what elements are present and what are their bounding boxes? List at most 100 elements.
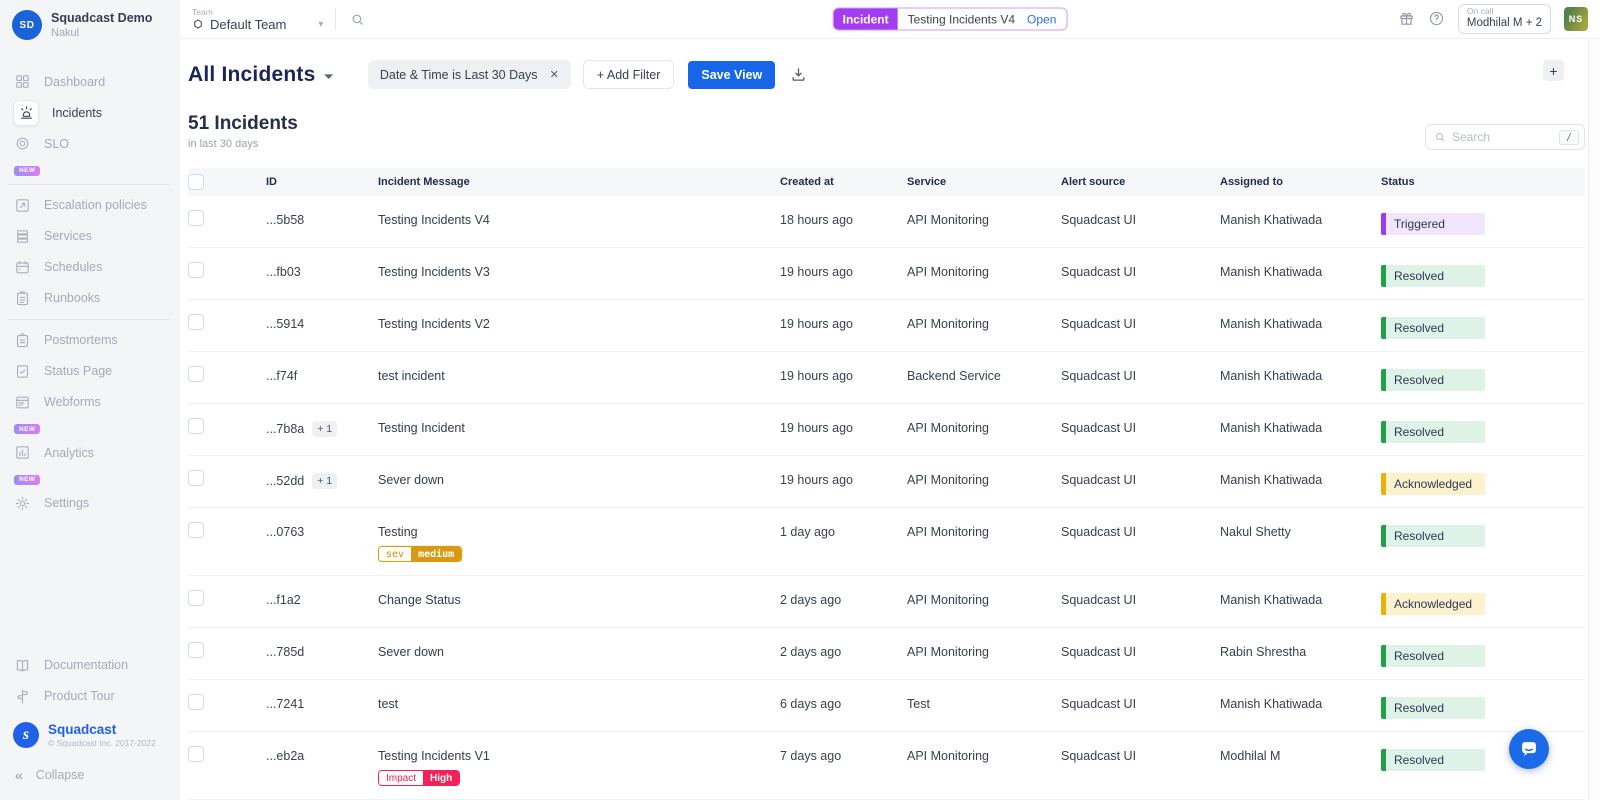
status-badge[interactable]: Acknowledged — [1381, 473, 1485, 495]
content: All Incidents ⏷ Date & Time is Last 30 D… — [180, 39, 1600, 800]
add-filter-button[interactable]: + Add Filter — [582, 60, 675, 89]
extra-count-chip[interactable]: + 1 — [312, 473, 338, 489]
active-incident-pill[interactable]: Incident Testing Incidents V4 Open — [832, 7, 1068, 31]
incident-message-link[interactable]: Testing — [378, 525, 772, 539]
search-input[interactable] — [1452, 130, 1553, 144]
collapse-chevrons-icon: « — [15, 767, 23, 783]
column-header-alert-source[interactable]: Alert source — [1061, 176, 1220, 188]
status-badge[interactable]: Resolved — [1381, 317, 1485, 339]
created-at-cell: 19 hours ago — [780, 421, 853, 435]
sidebar-item-dashboard[interactable]: Dashboard — [0, 66, 180, 97]
oncall-widget[interactable]: On call Modhilal M + 2 — [1457, 4, 1551, 34]
select-all-checkbox[interactable] — [188, 174, 204, 190]
incident-message-link[interactable]: Testing Incidents V1 — [378, 749, 772, 763]
org-name: Squadcast Demo — [51, 11, 153, 26]
table-row: ...785d Sever down 2 days ago API Monitorin… — [188, 628, 1585, 680]
service-cell: Test — [907, 697, 930, 711]
add-incident-button[interactable]: + — [1543, 60, 1564, 81]
column-header-service[interactable]: Service — [907, 176, 1061, 188]
escalation-policies-icon — [13, 196, 31, 214]
incident-message-link[interactable]: Sever down — [378, 473, 772, 487]
created-at-cell: 18 hours ago — [780, 213, 853, 227]
column-header-status[interactable]: Status — [1381, 176, 1585, 188]
row-checkbox[interactable] — [188, 522, 204, 538]
scrollbar[interactable] — [1588, 40, 1600, 800]
column-header-incident-message[interactable]: Incident Message — [378, 176, 780, 188]
status-badge[interactable]: Triggered — [1381, 213, 1485, 235]
sidebar-item-product-tour[interactable]: Product Tour — [0, 681, 180, 712]
table-search[interactable]: / — [1425, 124, 1585, 150]
status-badge[interactable]: Resolved — [1381, 525, 1485, 547]
gift-icon[interactable] — [1398, 10, 1415, 27]
column-header-created-at[interactable]: Created at — [780, 176, 907, 188]
search-icon — [1436, 133, 1445, 142]
sidebar-item-incidents[interactable]: Incidents — [0, 97, 180, 128]
row-checkbox[interactable] — [188, 210, 204, 226]
row-checkbox[interactable] — [188, 470, 204, 486]
row-checkbox[interactable] — [188, 418, 204, 434]
sidebar-item-slo[interactable]: SLO NEW — [0, 128, 180, 179]
divider — [8, 183, 170, 185]
status-badge[interactable]: Resolved — [1381, 265, 1485, 287]
row-checkbox[interactable] — [188, 366, 204, 382]
incident-open-link[interactable]: Open — [1025, 12, 1066, 26]
org-user: Nakul — [51, 26, 80, 39]
new-badge: NEW — [14, 474, 41, 485]
sidebar-item-settings[interactable]: Settings — [0, 488, 180, 519]
incident-message-link[interactable]: Testing Incidents V4 — [378, 213, 772, 227]
row-checkbox[interactable] — [188, 314, 204, 330]
status-badge[interactable]: Acknowledged — [1381, 593, 1485, 615]
assigned-to-cell: Manish Khatiwada — [1220, 265, 1323, 279]
incident-message-link[interactable]: test incident — [378, 369, 772, 383]
help-icon[interactable] — [1428, 10, 1445, 27]
status-badge[interactable]: Resolved — [1381, 421, 1485, 443]
remove-filter-icon[interactable]: ✕ — [550, 68, 559, 81]
org-switcher[interactable]: SD Squadcast Demo Nakul — [0, 8, 180, 50]
view-title[interactable]: All Incidents — [188, 63, 315, 87]
incident-message-link[interactable]: Testing Incidents V2 — [378, 317, 772, 331]
incident-id: ...785d — [266, 645, 305, 659]
analytics-icon — [13, 444, 31, 462]
status-badge[interactable]: Resolved — [1381, 645, 1485, 667]
row-checkbox[interactable] — [188, 590, 204, 606]
incident-message-link[interactable]: Change Status — [378, 593, 772, 607]
webforms-icon — [13, 393, 31, 411]
user-avatar[interactable]: NS — [1564, 6, 1588, 31]
settings-icon — [13, 494, 31, 512]
global-search-icon[interactable] — [350, 12, 365, 27]
status-badge[interactable]: Resolved — [1381, 749, 1485, 771]
sidebar-item-runbooks[interactable]: Runbooks — [0, 283, 180, 314]
column-header-assigned-to[interactable]: Assigned to — [1220, 176, 1381, 188]
status-badge[interactable]: Resolved — [1381, 369, 1485, 391]
incident-type-badge: Incident — [833, 8, 898, 30]
incident-message-link[interactable]: test — [378, 697, 772, 711]
incident-message-link[interactable]: Sever down — [378, 645, 772, 659]
sidebar-item-postmortems[interactable]: Postmortems — [0, 325, 180, 356]
sidebar-item-services[interactable]: Services — [0, 221, 180, 252]
row-checkbox[interactable] — [188, 642, 204, 658]
sidebar-item-escalation-policies[interactable]: Escalation policies — [0, 190, 180, 221]
sidebar-item-schedules[interactable]: Schedules — [0, 252, 180, 283]
row-checkbox[interactable] — [188, 694, 204, 710]
alert-source-cell: Squadcast UI — [1061, 213, 1137, 227]
extra-count-chip[interactable]: + 1 — [312, 421, 338, 437]
incident-pill-title: Testing Incidents V4 — [907, 12, 1016, 26]
save-view-button[interactable]: Save View — [688, 60, 776, 89]
team-selector[interactable]: Team Default Team ▾ — [192, 7, 323, 32]
incident-message-link[interactable]: Testing Incident — [378, 421, 772, 435]
view-chevron-down-icon[interactable]: ⏷ — [323, 69, 333, 85]
export-download-icon[interactable] — [790, 66, 807, 83]
sidebar-item-webforms[interactable]: Webforms NEW — [0, 387, 180, 438]
incident-message-link[interactable]: Testing Incidents V3 — [378, 265, 772, 279]
sidebar-item-status-page[interactable]: Status Page — [0, 356, 180, 387]
sidebar-item-analytics[interactable]: Analytics NEW — [0, 437, 180, 488]
status-badge[interactable]: Resolved — [1381, 697, 1485, 719]
filter-chip[interactable]: Date & Time is Last 30 Days ✕ — [367, 60, 571, 89]
row-checkbox[interactable] — [188, 746, 204, 762]
sidebar-item-documentation[interactable]: Documentation — [0, 650, 180, 681]
sidebar-collapse-button[interactable]: « Collapse — [0, 760, 180, 790]
column-header-id[interactable]: ID — [266, 176, 378, 188]
service-cell: API Monitoring — [907, 421, 989, 435]
chat-support-button[interactable] — [1509, 729, 1549, 769]
row-checkbox[interactable] — [188, 262, 204, 278]
